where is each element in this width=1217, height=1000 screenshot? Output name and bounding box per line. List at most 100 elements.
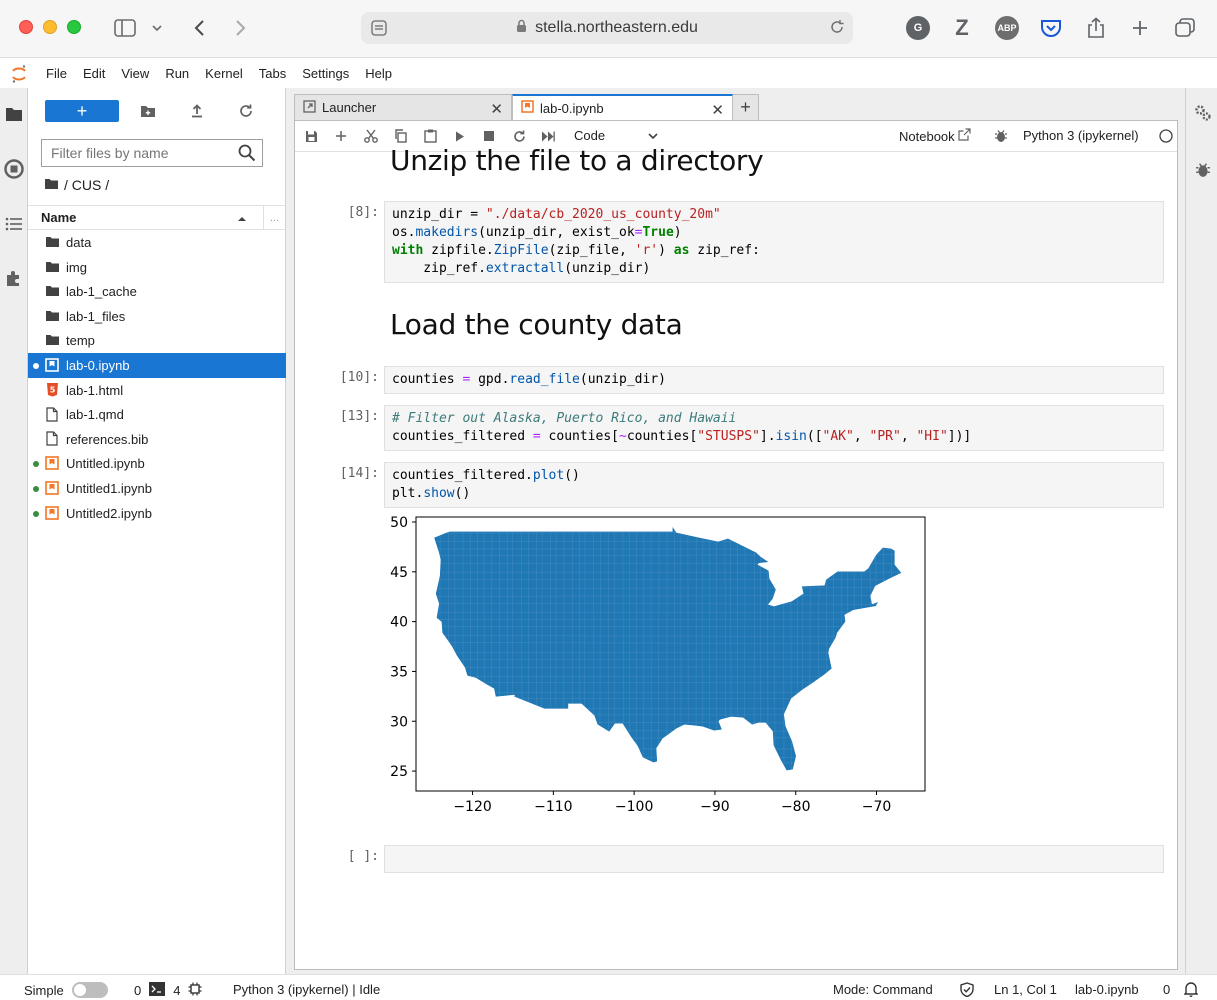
breadcrumb-path[interactable]: / CUS / [64,177,109,193]
simple-mode-toggle[interactable] [71,982,108,998]
kernel-name[interactable]: Python 3 (ipykernel) [1023,128,1139,143]
file-filter-input[interactable] [51,145,231,161]
menu-run[interactable]: Run [157,66,197,81]
menu-view[interactable]: View [113,66,157,81]
fast-forward-icon[interactable] [540,128,556,144]
toc-icon[interactable] [3,213,25,235]
kernel-count: 4 [173,983,181,998]
menu-help[interactable]: Help [357,66,400,81]
code-cell-10[interactable]: counties = gpd.read_file(unzip_dir) [384,366,1164,394]
code-cell-13[interactable]: # Filter out Alaska, Puerto Rico, and Ha… [384,405,1164,451]
file-row[interactable]: data [28,230,286,255]
simple-mode-switch[interactable]: Simple [24,982,108,998]
insert-cell-icon[interactable] [333,128,349,144]
reload-icon[interactable] [829,19,845,40]
tab-lab-0[interactable]: lab-0.ipynb ✕ [512,94,733,121]
run-icon[interactable] [452,128,468,144]
terminal-icon [149,982,166,999]
new-launcher-button[interactable]: + [45,100,119,122]
file-row[interactable]: lab-1.qmd [28,402,286,427]
save-icon[interactable] [303,128,319,144]
minimize-window-button[interactable] [43,20,57,34]
new-tab-icon[interactable] [1128,16,1152,40]
new-folder-icon[interactable] [139,102,157,120]
menu-settings[interactable]: Settings [294,66,357,81]
open-notebook-button[interactable]: Notebook [899,128,971,144]
debugger-icon[interactable] [1193,160,1213,180]
close-window-button[interactable] [19,20,33,34]
file-row[interactable]: Untitled1.ipynb [28,476,286,501]
running-icon[interactable] [3,158,25,180]
x-tick-label: −110 [534,799,572,815]
kernel-status[interactable]: Python 3 (ipykernel) | Idle [233,982,380,997]
column-options-button[interactable]: ... [263,206,285,229]
file-row[interactable]: Untitled.ipynb [28,451,286,476]
menu-edit[interactable]: Edit [75,66,113,81]
file-row[interactable]: lab-1_files [28,304,286,329]
running-sessions[interactable]: 0 4 [134,982,202,999]
close-tab-icon[interactable]: ✕ [711,101,724,119]
file-browser-toolbar: + [28,88,286,132]
folder-icon[interactable] [3,103,25,125]
code-cell-14[interactable]: counties_filtered.plot() plt.show() [384,462,1164,508]
zotero-icon[interactable]: Z [950,15,974,40]
file-row[interactable]: 5 lab-1.html [28,378,286,403]
reader-icon[interactable] [371,20,387,41]
tab-overview-icon[interactable] [1173,16,1197,40]
debugger-icon[interactable] [993,128,1009,144]
back-icon[interactable] [189,14,209,42]
file-icon [44,406,60,422]
add-tab-button[interactable]: + [733,94,759,121]
y-tick-label: 45 [390,565,408,581]
forward-icon[interactable] [231,14,251,42]
y-tick-label: 35 [390,664,408,680]
menu-tabs[interactable]: Tabs [251,66,294,81]
code-cell-8[interactable]: unzip_dir = "./data/cb_2020_us_county_20… [384,201,1164,283]
pocket-icon[interactable] [1039,16,1063,40]
cell-type-select[interactable]: Code [574,128,658,143]
menu-kernel[interactable]: Kernel [197,66,251,81]
cut-icon[interactable] [363,128,379,144]
refresh-icon[interactable] [237,102,255,120]
sidebar-toggle-icon[interactable] [112,14,138,42]
chevron-down-icon[interactable] [149,14,165,42]
file-row[interactable]: img [28,255,286,280]
file-row[interactable]: temp [28,328,286,353]
file-filter-field[interactable] [41,139,263,167]
notification-count[interactable]: 0 [1163,982,1170,997]
file-row[interactable]: lab-1_cache [28,279,286,304]
address-bar[interactable]: stella.northeastern.edu [361,12,853,44]
grammarly-icon[interactable]: G [906,16,930,40]
restart-icon[interactable] [511,128,527,144]
code-line: os.makedirs(unzip_dir, exist_ok=True) [392,225,682,240]
breadcrumb-folder-icon[interactable] [44,177,59,193]
trust-shield-icon[interactable] [960,982,974,997]
sort-ascending-icon[interactable] [237,210,263,225]
copy-icon[interactable] [392,128,408,144]
breadcrumb[interactable]: / CUS / [44,177,109,193]
cell-type-value: Code [574,128,606,143]
file-row[interactable]: Untitled2.ipynb [28,501,286,526]
file-name: lab-1.qmd [66,407,124,423]
main-dock-area: Launcher ✕ lab-0.ipynb ✕ + Code Notebook… [286,88,1185,974]
cursor-position[interactable]: Ln 1, Col 1 [994,982,1057,997]
empty-code-cell[interactable] [384,845,1164,873]
adblock-icon[interactable]: ABP [995,16,1019,40]
property-inspector-icon[interactable] [1193,103,1213,123]
file-name: lab-0.ipynb [66,357,130,373]
cpu-icon [188,982,202,999]
zoom-window-button[interactable] [67,20,81,34]
file-row[interactable]: lab-0.ipynb [28,352,286,378]
name-column-header[interactable]: Name [41,210,237,225]
file-row[interactable]: references.bib [28,427,286,452]
paste-icon[interactable] [422,128,438,144]
upload-icon[interactable] [188,102,206,120]
stop-icon[interactable] [481,128,497,144]
close-tab-icon[interactable]: ✕ [490,100,503,118]
bell-icon[interactable] [1184,981,1198,997]
extension-icon[interactable] [3,267,25,289]
menu-file[interactable]: File [38,66,75,81]
tab-launcher[interactable]: Launcher ✕ [294,94,512,121]
share-icon[interactable] [1084,16,1108,40]
simple-mode-label: Simple [24,982,64,998]
